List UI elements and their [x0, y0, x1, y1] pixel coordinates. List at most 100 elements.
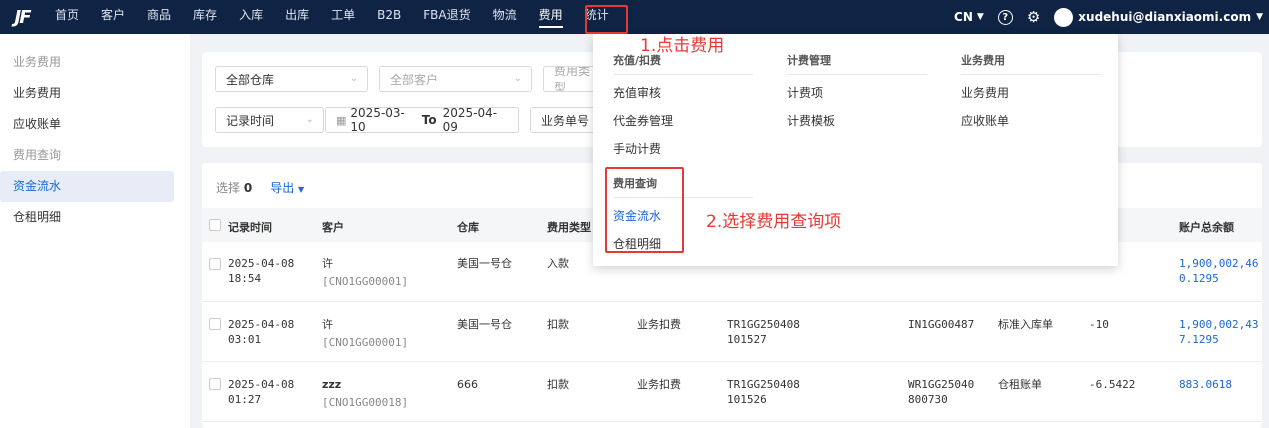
user-email: xudehui@dianxiaomi.com	[1078, 10, 1252, 24]
row-time: 01:27	[228, 393, 262, 406]
row-date: 2025-04-08	[228, 318, 295, 331]
row-transaction-no: TR1GG250408	[727, 318, 800, 331]
caret-down-icon: ▼	[298, 185, 305, 194]
date-range-picker[interactable]: ▦ 2025-03-10 To 2025-04-09	[325, 106, 519, 134]
annotation-box-step1	[585, 5, 628, 34]
customer-select-placeholder: 全部客户	[390, 72, 439, 87]
chevron-down-icon: ▼	[1256, 12, 1263, 22]
nav-item-outbound[interactable]: 出库	[274, 0, 320, 34]
table-row[interactable]: 2025-04-08 03:01 许 [CNO1GG00001] 美国一号仓 扣…	[202, 303, 1262, 362]
chevron-down-icon: ⌄	[349, 73, 358, 84]
warehouse-select-value: 全部仓库	[226, 72, 275, 87]
date-to: 2025-04-09	[442, 106, 498, 134]
row-transaction-no: TR1GG250408	[727, 378, 800, 391]
time-type-value: 记录时间	[226, 113, 275, 128]
col-header-balance: 账户总余额	[1179, 221, 1234, 234]
sidebar-item-receivable-bills[interactable]: 应收账单	[0, 109, 174, 140]
row-warehouse: 美国一号仓	[457, 257, 512, 270]
selected-label: 选择	[216, 181, 241, 195]
chevron-down-icon: ⌄	[513, 73, 522, 84]
row-customer-code: [CNO1GG00001]	[322, 336, 409, 349]
language-switch[interactable]: CN ▼	[954, 10, 984, 24]
export-button[interactable]: 导出 ▼	[270, 179, 304, 196]
menu-item-recharge-review[interactable]: 充值审核	[613, 84, 661, 101]
logo[interactable]: JF	[0, 0, 44, 34]
selected-number: 0	[243, 181, 253, 195]
row-balance-cont: 0.1295	[1179, 272, 1219, 285]
order-no-label: 业务单号	[541, 113, 590, 128]
nav-item-product[interactable]: 商品	[136, 0, 182, 34]
nav-right: CN ▼ ? ⚙ xudehui@dianxiaomi.com ▼	[954, 0, 1263, 34]
avatar	[1054, 7, 1074, 27]
nav-item-inventory[interactable]: 库存	[182, 0, 228, 34]
time-type-select[interactable]: 记录时间 ⌄	[215, 107, 324, 133]
table-toolbar: 选择 0 导出 ▼	[216, 179, 304, 196]
menu-item-receivable-bills[interactable]: 应收账单	[961, 112, 1009, 129]
menu-item-billing-templates[interactable]: 计费模板	[787, 112, 835, 129]
sidebar-group-fee-query: 费用查询	[13, 148, 62, 162]
row-amount: -6.5422	[1089, 378, 1136, 391]
annotation-step1: 1.点击费用	[640, 36, 725, 56]
row-amount: -10	[1089, 318, 1109, 331]
row-balance: 1,900,002,46	[1179, 257, 1259, 270]
row-checkbox[interactable]	[209, 258, 221, 270]
menu-group-business-fees: 业务费用	[961, 52, 1101, 75]
row-date: 2025-04-08	[228, 378, 295, 391]
row-fee-item: 业务扣费	[637, 318, 681, 331]
row-document-type: 仓租账单	[998, 378, 1042, 391]
row-customer: 许	[322, 318, 333, 331]
menu-item-manual-billing[interactable]: 手动计费	[613, 140, 661, 157]
row-transaction-no-cont: 101526	[727, 393, 767, 406]
date-to-label: To	[421, 113, 437, 127]
help-icon[interactable]: ?	[997, 9, 1013, 25]
sidebar-group-business-fees: 业务费用	[13, 55, 62, 69]
col-header-fee-type: 费用类型	[547, 221, 591, 234]
selected-count: 选择 0	[216, 179, 252, 196]
row-document-type: 标准入库单	[998, 318, 1053, 331]
menu-group-billing-management: 计费管理	[787, 52, 927, 75]
row-fee-type: 扣款	[547, 378, 569, 391]
select-all-checkbox[interactable]	[209, 219, 221, 231]
nav-item-logistics[interactable]: 物流	[482, 0, 528, 34]
row-balance: 1,900,002,43	[1179, 318, 1259, 331]
sidebar: 业务费用 业务费用 应收账单 费用查询 资金流水 仓租明细	[0, 34, 190, 428]
row-document-no-cont: 800730	[908, 393, 948, 406]
row-checkbox[interactable]	[209, 378, 221, 390]
row-fee-type: 扣款	[547, 318, 569, 331]
nav-item-fba-return[interactable]: FBA退货	[412, 0, 481, 34]
user-menu[interactable]: xudehui@dianxiaomi.com ▼	[1054, 7, 1263, 27]
nav-item-customer[interactable]: 客户	[90, 0, 136, 34]
row-customer: 许	[322, 257, 333, 270]
fee-type-select-placeholder: 费用类型	[554, 66, 591, 92]
gear-icon[interactable]: ⚙	[1027, 9, 1040, 25]
row-checkbox[interactable]	[209, 318, 221, 330]
annotation-step2: 2.选择费用查询项	[706, 212, 842, 232]
row-document-no: IN1GG00487	[908, 318, 975, 331]
row-document-no: WR1GG25040	[908, 378, 975, 391]
calendar-icon: ▦	[336, 113, 347, 127]
customer-select[interactable]: 全部客户 ⌄	[379, 66, 532, 92]
table-row[interactable]: 2025-04-08 01:27 zzz [CNO1GG00018] 666 扣…	[202, 363, 1262, 422]
menu-item-business-fees[interactable]: 业务费用	[961, 84, 1009, 101]
nav-item-home[interactable]: 首页	[44, 0, 90, 34]
menu-item-voucher-management[interactable]: 代金券管理	[613, 112, 673, 129]
row-transaction-no-cont: 101527	[727, 333, 767, 346]
row-balance-cont: 7.1295	[1179, 333, 1219, 346]
warehouse-select[interactable]: 全部仓库 ⌄	[215, 66, 368, 92]
row-customer-code: [CNO1GG00001]	[322, 275, 409, 288]
menu-item-billing-items[interactable]: 计费项	[787, 84, 823, 101]
nav-item-workorder[interactable]: 工单	[320, 0, 366, 34]
nav-item-inbound[interactable]: 入库	[228, 0, 274, 34]
annotation-box-step2	[605, 167, 684, 253]
sidebar-item-storage-rent[interactable]: 仓租明细	[0, 202, 174, 233]
export-label: 导出	[270, 181, 295, 195]
nav-item-b2b[interactable]: B2B	[366, 0, 412, 34]
language-label: CN	[954, 10, 973, 24]
chevron-down-icon: ⌄	[305, 114, 314, 125]
nav-item-fees[interactable]: 费用	[528, 0, 574, 34]
row-fee-type: 入款	[547, 257, 569, 270]
col-header-time[interactable]: 记录时间	[228, 219, 272, 235]
date-from: 2025-03-10	[350, 106, 405, 134]
sidebar-item-fund-flow[interactable]: 资金流水	[0, 171, 174, 202]
sidebar-item-business-fees[interactable]: 业务费用	[0, 78, 174, 109]
